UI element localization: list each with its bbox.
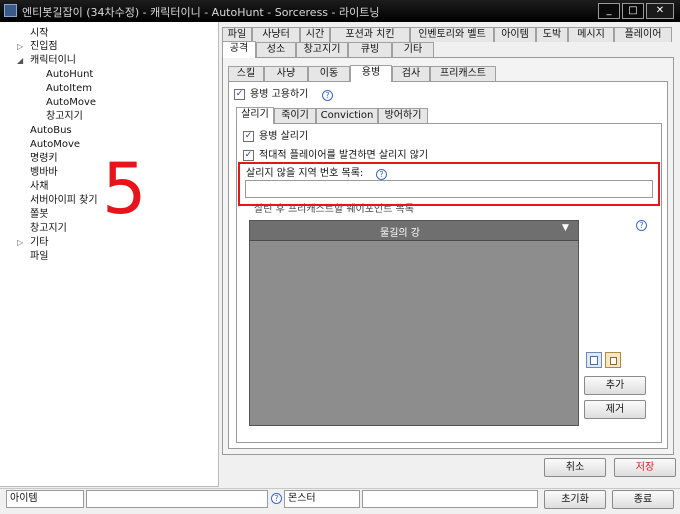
tab-hunting-ground[interactable]: 사냥터: [252, 27, 300, 42]
hire-mercenary-label: 용병 고용하기: [250, 89, 309, 100]
skip-if-hostile-label: 적대적 플레이어를 발견하면 살리지 않기: [259, 150, 429, 161]
tab-gamble[interactable]: 도박: [536, 27, 568, 42]
monster-field[interactable]: 몬스터: [284, 490, 360, 508]
paste-icon[interactable]: [605, 352, 621, 368]
annotation-number: 5: [102, 148, 147, 230]
minimize-button[interactable]: _: [598, 3, 620, 19]
tab-precast[interactable]: 프리캐스트: [430, 66, 496, 81]
tab-item[interactable]: 아이템: [494, 27, 536, 42]
tab-time[interactable]: 시간: [300, 27, 330, 42]
tab-conviction[interactable]: Conviction: [316, 108, 378, 123]
window-title: 엔티봇길잡이 (34차수정) - 캐릭터이니 - AutoHunt - Sorc…: [22, 6, 380, 19]
tree-item-autobus[interactable]: AutoBus: [30, 124, 72, 137]
tree-item-stash-2[interactable]: 창고지기: [30, 222, 67, 235]
no-revive-areas-input[interactable]: [245, 180, 653, 198]
expand-arrow-icon[interactable]: ▷: [17, 40, 25, 53]
tab-stash[interactable]: 창고지기: [296, 42, 348, 57]
revive-mercenary-checkbox[interactable]: ✓: [243, 131, 254, 142]
waypoint-dropdown[interactable]: 물길의 강 ▼: [250, 221, 578, 241]
tree-item-character[interactable]: 캐릭터이니: [30, 54, 76, 67]
tab-cubing[interactable]: 큐빙: [348, 42, 392, 57]
tab-message[interactable]: 메시지: [568, 27, 614, 42]
tab-potion-chicken[interactable]: 포션과 치킨: [330, 27, 410, 42]
hire-mercenary-checkbox[interactable]: ✓: [234, 89, 245, 100]
tab-hunt[interactable]: 사냥: [264, 66, 308, 81]
monster-status-field[interactable]: [362, 490, 538, 508]
settings-tree[interactable]: 시작 ▷ 진입점 ◢ 캐릭터이니 AutoHunt AutoItem AutoM…: [0, 22, 219, 487]
help-icon[interactable]: ?: [322, 90, 333, 101]
tab-shrine[interactable]: 성소: [256, 42, 296, 57]
tree-item-misc[interactable]: 기타: [30, 236, 48, 249]
tree-item-hotkeys[interactable]: 명령키: [30, 152, 58, 165]
maximize-button[interactable]: □: [622, 3, 644, 19]
dropdown-arrow-icon[interactable]: ▼: [562, 223, 569, 233]
waypoint-list[interactable]: [249, 220, 579, 426]
tab-player[interactable]: 플레이어: [614, 27, 672, 42]
add-button[interactable]: 추가: [584, 376, 646, 395]
tree-item-server-ip[interactable]: 서버아이피 찾기: [30, 194, 98, 207]
tab-misc[interactable]: 기타: [392, 42, 434, 57]
tree-item-autoitem[interactable]: AutoItem: [46, 82, 92, 95]
app-icon: [4, 4, 17, 17]
help-icon[interactable]: ?: [376, 169, 387, 180]
item-field[interactable]: 아이템: [6, 490, 84, 508]
save-button[interactable]: 저장: [614, 458, 676, 477]
tab-mercenary[interactable]: 용병: [350, 65, 392, 82]
expand-arrow-icon[interactable]: ▷: [17, 236, 25, 249]
title-bar[interactable]: 엔티봇길잡이 (34차수정) - 캐릭터이니 - AutoHunt - Sorc…: [0, 0, 680, 22]
item-status-field[interactable]: [86, 490, 268, 508]
no-revive-areas-label: 살리지 않을 지역 번호 목록:: [246, 168, 364, 179]
tab-defend[interactable]: 방어하기: [378, 108, 428, 123]
revive-mercenary-label: 용병 살리기: [259, 131, 309, 142]
tree-item-stash[interactable]: 창고지기: [46, 110, 83, 123]
tree-item-autohunt[interactable]: AutoHunt: [46, 68, 93, 81]
tab-skill[interactable]: 스킬: [228, 66, 264, 81]
tree-item-automove[interactable]: AutoMove: [46, 96, 96, 109]
tab-move[interactable]: 이동: [308, 66, 350, 81]
help-icon[interactable]: ?: [636, 220, 647, 231]
tab-revive[interactable]: 살리기: [236, 107, 274, 124]
tree-item-loan[interactable]: 사채: [30, 180, 48, 193]
reset-button[interactable]: 초기화: [544, 490, 606, 509]
tab-attack[interactable]: 공격: [222, 41, 256, 58]
exit-button[interactable]: 종료: [612, 490, 674, 509]
tree-item-file[interactable]: 파일: [30, 250, 48, 263]
remove-button[interactable]: 제거: [584, 400, 646, 419]
tab-inspect[interactable]: 검사: [392, 66, 430, 81]
tab-inventory-belt[interactable]: 인벤토리와 벨트: [410, 27, 494, 42]
cancel-button[interactable]: 취소: [544, 458, 606, 477]
copy-icon[interactable]: [586, 352, 602, 368]
tree-item-bengbaba[interactable]: 벵바바: [30, 166, 58, 179]
skip-if-hostile-checkbox[interactable]: ✓: [243, 150, 254, 161]
tree-item-automove-2[interactable]: AutoMove: [30, 138, 80, 151]
tree-item-follower-bot[interactable]: 쫄봇: [30, 208, 48, 221]
tree-item-start[interactable]: 시작: [30, 27, 48, 40]
tab-kill[interactable]: 죽이기: [274, 108, 316, 123]
close-button[interactable]: ✕: [646, 3, 674, 19]
collapse-arrow-icon[interactable]: ◢: [17, 54, 25, 67]
tab-file[interactable]: 파일: [222, 27, 252, 42]
dropdown-value: 물길의 강: [380, 228, 420, 239]
tree-item-entry[interactable]: 진입점: [30, 40, 58, 53]
help-icon[interactable]: ?: [271, 493, 282, 504]
